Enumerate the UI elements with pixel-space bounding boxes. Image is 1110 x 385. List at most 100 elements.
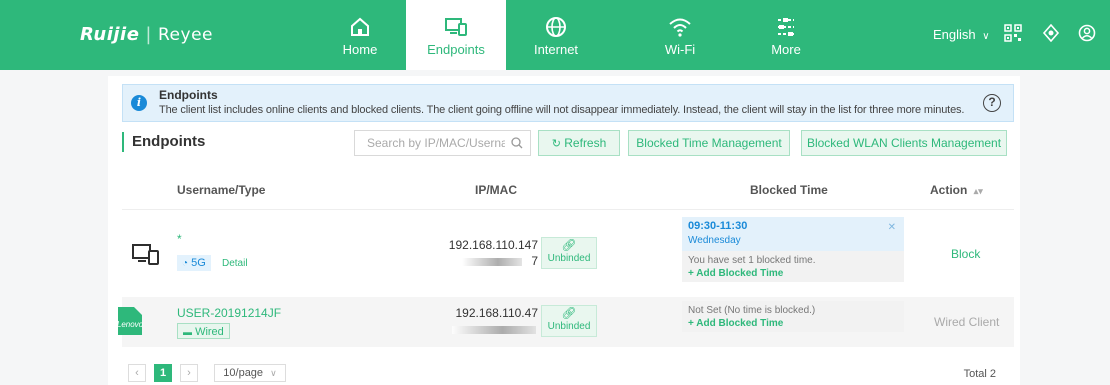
nav-internet[interactable]: Internet xyxy=(506,0,606,70)
logo-separator: | xyxy=(145,24,152,45)
search-box[interactable] xyxy=(354,130,531,156)
lenovo-badge-icon: Lenovo xyxy=(114,305,148,342)
nav-wifi-label: Wi-Fi xyxy=(664,42,696,57)
blocked-wlan-clients-label: Blocked WLAN Clients Management xyxy=(806,136,1002,150)
header-action-label: Action xyxy=(930,183,968,197)
blocked-time-management-label: Blocked Time Management xyxy=(636,136,782,150)
chevron-down-icon: ∨ xyxy=(982,31,990,42)
plus-icon: + xyxy=(688,268,694,279)
nav-internet-label: Internet xyxy=(533,42,579,57)
top-navigation-bar: Ruijie | Reyee Home Endpoints Internet Wi-… xyxy=(0,0,1110,70)
refresh-icon: ↻ xyxy=(551,138,561,150)
nav-wifi[interactable]: Wi-Fi xyxy=(630,0,730,70)
logo-sub-brand: Reyee xyxy=(158,25,213,45)
block-button[interactable]: Block xyxy=(951,247,980,261)
total-count: Total 2 xyxy=(963,368,996,380)
blocked-wlan-clients-button[interactable]: Blocked WLAN Clients Management xyxy=(801,130,1007,156)
bind-status-label: Unbinded xyxy=(547,321,591,332)
username: * xyxy=(177,232,182,246)
blocked-time-box: 09:30-11:30 Wednesday ✕ You have set 1 b… xyxy=(682,217,904,282)
page-size-select[interactable]: 10/page ∨ xyxy=(214,364,286,382)
section-title: Endpoints xyxy=(122,132,205,152)
connection-type-tag: ◔ 5G xyxy=(177,255,211,271)
link-icon: 🔗︎ xyxy=(561,238,577,252)
nav-home[interactable]: Home xyxy=(310,0,410,70)
detail-link[interactable]: Detail xyxy=(222,258,248,269)
prev-page-button[interactable]: ‹ xyxy=(128,364,146,382)
ip-address: 192.168.110.47 xyxy=(455,306,538,320)
header-blocked-time: Blocked Time xyxy=(750,183,828,197)
nav-home-label: Home xyxy=(342,42,378,57)
sort-icon[interactable]: ▴▾ xyxy=(974,186,983,196)
add-blocked-time-button[interactable]: + Add Blocked Time xyxy=(682,316,904,332)
search-input[interactable] xyxy=(355,131,505,155)
table-row: Lenovo USER-20191214JF ▬ Wired 192.168.1… xyxy=(117,297,1014,347)
refresh-button[interactable]: ↻ Refresh xyxy=(538,130,620,156)
blocked-time-note: Not Set (No time is blocked.) xyxy=(688,305,816,316)
nav-endpoints[interactable]: Endpoints xyxy=(406,0,506,70)
help-icon[interactable]: ? xyxy=(983,94,1001,112)
endpoints-panel: i Endpoints The client list includes onl… xyxy=(108,76,1020,385)
bind-toggle-button[interactable]: 🔗︎ Unbinded xyxy=(541,237,597,269)
ip-address: 192.168.110.147 xyxy=(448,238,538,252)
logo-brand: Ruijie xyxy=(80,24,140,45)
mac-address-tail: 7 xyxy=(531,254,538,268)
username: USER-20191214JF xyxy=(177,306,282,320)
refresh-label: Refresh xyxy=(564,136,607,150)
plus-icon: + xyxy=(688,318,694,329)
add-blocked-time-label: Add Blocked Time xyxy=(696,268,784,279)
link-icon: 🔗︎ xyxy=(561,306,577,320)
bind-toggle-button[interactable]: 🔗︎ Unbinded xyxy=(541,305,597,337)
mac-address-redacted xyxy=(462,258,522,266)
add-blocked-time-button[interactable]: + Add Blocked Time xyxy=(682,266,904,282)
page-number: 1 xyxy=(159,367,167,379)
mac-address-redacted xyxy=(452,326,536,334)
blocked-time-day: Wednesday xyxy=(688,235,741,246)
wired-client-label: Wired Client xyxy=(934,315,1000,329)
endpoints-icon xyxy=(406,16,506,40)
user-account-icon[interactable] xyxy=(1078,24,1096,45)
page-size-label: 10/page xyxy=(223,367,264,379)
blocked-time-management-button[interactable]: Blocked Time Management xyxy=(628,130,790,156)
page-button-current[interactable]: 1 xyxy=(154,364,172,382)
header-action[interactable]: Action ▴▾ xyxy=(930,183,983,197)
info-text: The client list includes online clients … xyxy=(159,104,965,116)
blocked-time-entry[interactable]: 09:30-11:30 Wednesday ✕ xyxy=(682,217,904,251)
language-label: English xyxy=(933,27,976,42)
network-sync-icon[interactable] xyxy=(1042,23,1060,45)
header-ip-mac: IP/MAC xyxy=(475,183,517,197)
blocked-time-box: Not Set (No time is blocked.) + Add Bloc… xyxy=(682,301,904,332)
language-select[interactable]: English ∨ xyxy=(933,27,990,42)
close-icon[interactable]: ✕ xyxy=(888,222,896,233)
info-title: Endpoints xyxy=(159,88,218,102)
add-blocked-time-label: Add Blocked Time xyxy=(696,318,784,329)
ruijie-reyee-logo[interactable]: Ruijie | Reyee xyxy=(80,24,213,45)
qr-code-icon[interactable] xyxy=(1004,24,1022,45)
info-icon: i xyxy=(131,95,147,111)
wifi-icon xyxy=(630,16,730,40)
header-username-type: Username/Type xyxy=(177,183,266,197)
connection-type-tag: ▬ Wired xyxy=(177,323,230,339)
next-page-button[interactable]: › xyxy=(180,364,198,382)
chevron-down-icon: ∨ xyxy=(270,368,277,378)
bind-status-label: Unbinded xyxy=(547,253,591,264)
wifi-icon: ◔ xyxy=(182,258,189,269)
wired-icon: ▬ xyxy=(183,327,192,337)
chevron-right-icon: › xyxy=(187,367,191,379)
lenovo-badge-text: Lenovo xyxy=(117,320,144,329)
nav-endpoints-label: Endpoints xyxy=(427,42,485,57)
device-endpoint-icon xyxy=(132,243,160,268)
blocked-time-range: 09:30-11:30 xyxy=(688,220,748,232)
nav-more-label: More xyxy=(771,42,801,57)
globe-icon xyxy=(506,16,606,40)
connection-type-label: Wired xyxy=(195,326,224,338)
nav-more[interactable]: More xyxy=(736,0,836,70)
chevron-left-icon: ‹ xyxy=(135,367,139,379)
connection-type-label: 5G xyxy=(191,257,206,269)
more-settings-icon xyxy=(736,16,836,40)
home-icon xyxy=(310,16,410,40)
table-row: * ◔ 5G Detail 192.168.110.147 7 🔗︎ Unbin… xyxy=(122,209,1014,297)
search-icon[interactable] xyxy=(511,137,523,152)
info-banner: i Endpoints The client list includes onl… xyxy=(122,84,1014,122)
blocked-time-note: You have set 1 blocked time. xyxy=(688,255,816,266)
